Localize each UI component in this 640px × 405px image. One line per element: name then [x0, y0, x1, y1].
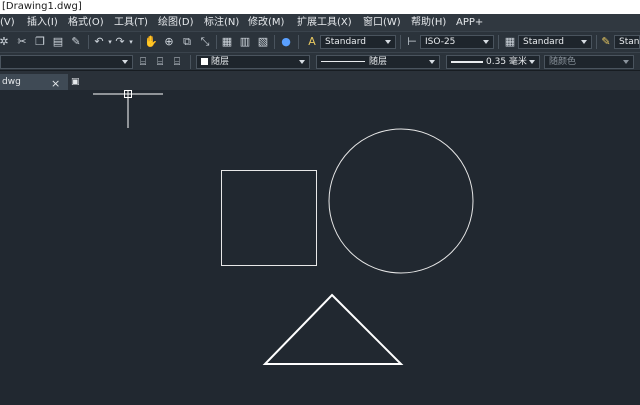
zoom-previous-icon[interactable]: ⤡ — [198, 35, 212, 49]
menu-app-plus[interactable]: APP+ — [456, 14, 483, 31]
toolbar-separator — [216, 35, 217, 49]
text-style-value: Standard — [325, 37, 366, 47]
chevron-down-icon[interactable]: ▾ — [124, 35, 138, 49]
color-swatch — [201, 58, 208, 65]
sun-icon[interactable]: ✲ — [0, 35, 11, 49]
drawing-canvas[interactable] — [0, 90, 640, 405]
pan-hand-icon[interactable]: ✋ — [144, 35, 158, 49]
chevron-down-icon — [483, 40, 489, 44]
toolbar-separator — [274, 35, 275, 49]
menu-draw[interactable]: 绘图(D) — [158, 14, 194, 31]
standard-toolbar: ✲ ✂ ❐ ▤ ✎ ↶ ▾ ↷ ▾ ✋ ⊕ ⧉ ⤡ ▦ ▥ ▧ ● A Stan… — [0, 31, 640, 52]
lineweight-select[interactable]: 0.35 毫米 — [446, 55, 540, 69]
color-select[interactable]: 随层 — [196, 55, 310, 69]
linetype-sample — [321, 61, 365, 62]
multileader-style-select[interactable]: Standa — [614, 35, 640, 49]
paste-icon[interactable]: ▤ — [51, 35, 65, 49]
menu-help[interactable]: 帮助(H) — [411, 14, 446, 31]
toolbar-separator — [400, 35, 401, 49]
toolbar-separator — [596, 35, 597, 49]
match-properties-icon[interactable]: ✎ — [69, 35, 83, 49]
text-style-icon[interactable]: A — [305, 35, 319, 49]
table-style-value: Standard — [523, 37, 564, 47]
document-tab-bar: dwg × ▣ — [0, 71, 640, 90]
layer-manager-icon[interactable]: ⌸ — [136, 55, 150, 69]
zoom-window-icon[interactable]: ⧉ — [180, 35, 194, 49]
text-style-select[interactable]: Standard — [320, 35, 396, 49]
table-style-icon[interactable]: ▦ — [503, 35, 517, 49]
menu-window[interactable]: 窗口(W) — [363, 14, 401, 31]
menu-modify[interactable]: 修改(M) — [248, 14, 284, 31]
lineweight-sample — [451, 60, 483, 63]
menu-format[interactable]: 格式(O) — [68, 14, 104, 31]
chevron-down-icon — [581, 40, 587, 44]
chevron-down-icon — [385, 40, 391, 44]
dim-style-value: ISO-25 — [425, 37, 456, 47]
chevron-down-icon — [529, 60, 535, 64]
lineweight-value: 0.35 毫米 — [486, 57, 527, 67]
cut-icon[interactable]: ✂ — [15, 35, 29, 49]
multileader-style-value: Standa — [619, 37, 640, 47]
zoom-realtime-icon[interactable]: ⊕ — [162, 35, 176, 49]
properties-toolbar: ⌸ ⌸ ⌸ 随层 随层 0.35 毫米 随颜色 — [0, 52, 640, 71]
new-tab-icon[interactable]: ▣ — [71, 77, 83, 87]
tab-label: dwg — [2, 77, 21, 87]
design-center-icon[interactable]: ▥ — [238, 35, 252, 49]
plot-style-select[interactable]: 随颜色 — [544, 55, 634, 69]
linetype-select[interactable]: 随层 — [316, 55, 440, 69]
window-title: [Drawing1.dwg] — [0, 0, 640, 14]
menu-bar: (V) 插入(I) 格式(O) 工具(T) 绘图(D) 标注(N) 修改(M) … — [0, 14, 640, 31]
toolbar-separator — [498, 35, 499, 49]
menu-express-tools[interactable]: 扩展工具(X) — [297, 14, 352, 31]
plot-style-value: 随颜色 — [549, 57, 577, 67]
linetype-value: 随层 — [369, 57, 388, 67]
drawing-svg — [93, 90, 474, 365]
dim-style-select[interactable]: ISO-25 — [420, 35, 494, 49]
toolbar-separator — [140, 35, 141, 49]
layer-select[interactable] — [0, 55, 133, 69]
multileader-style-icon[interactable]: ✎ — [599, 35, 613, 49]
toolbar-separator — [88, 35, 89, 49]
toolbar-separator — [190, 55, 191, 69]
menu-view[interactable]: (V) — [0, 14, 15, 31]
square-shape[interactable] — [221, 170, 317, 266]
dim-style-icon[interactable]: ⊢ — [405, 35, 419, 49]
tool-palette-icon[interactable]: ▧ — [256, 35, 270, 49]
chevron-down-icon — [299, 60, 305, 64]
close-icon[interactable]: × — [51, 77, 60, 90]
circle-shape[interactable] — [328, 128, 474, 274]
tab-drawing1[interactable]: dwg × — [0, 74, 68, 90]
color-value: 随层 — [211, 57, 230, 67]
triangle-shape[interactable] — [262, 293, 404, 365]
chevron-down-icon — [623, 60, 629, 64]
table-style-select[interactable]: Standard — [518, 35, 592, 49]
properties-icon[interactable]: ▦ — [220, 35, 234, 49]
layer-states-icon[interactable]: ⌸ — [170, 55, 184, 69]
menu-insert[interactable]: 插入(I) — [27, 14, 58, 31]
layer-previous-icon[interactable]: ⌸ — [153, 55, 167, 69]
toolbar-separator — [298, 35, 299, 49]
menu-dimension[interactable]: 标注(N) — [204, 14, 239, 31]
copy-icon[interactable]: ❐ — [33, 35, 47, 49]
chevron-down-icon — [122, 60, 128, 64]
chevron-down-icon — [429, 60, 435, 64]
globe-icon[interactable]: ● — [279, 35, 293, 49]
menu-tools[interactable]: 工具(T) — [114, 14, 148, 31]
